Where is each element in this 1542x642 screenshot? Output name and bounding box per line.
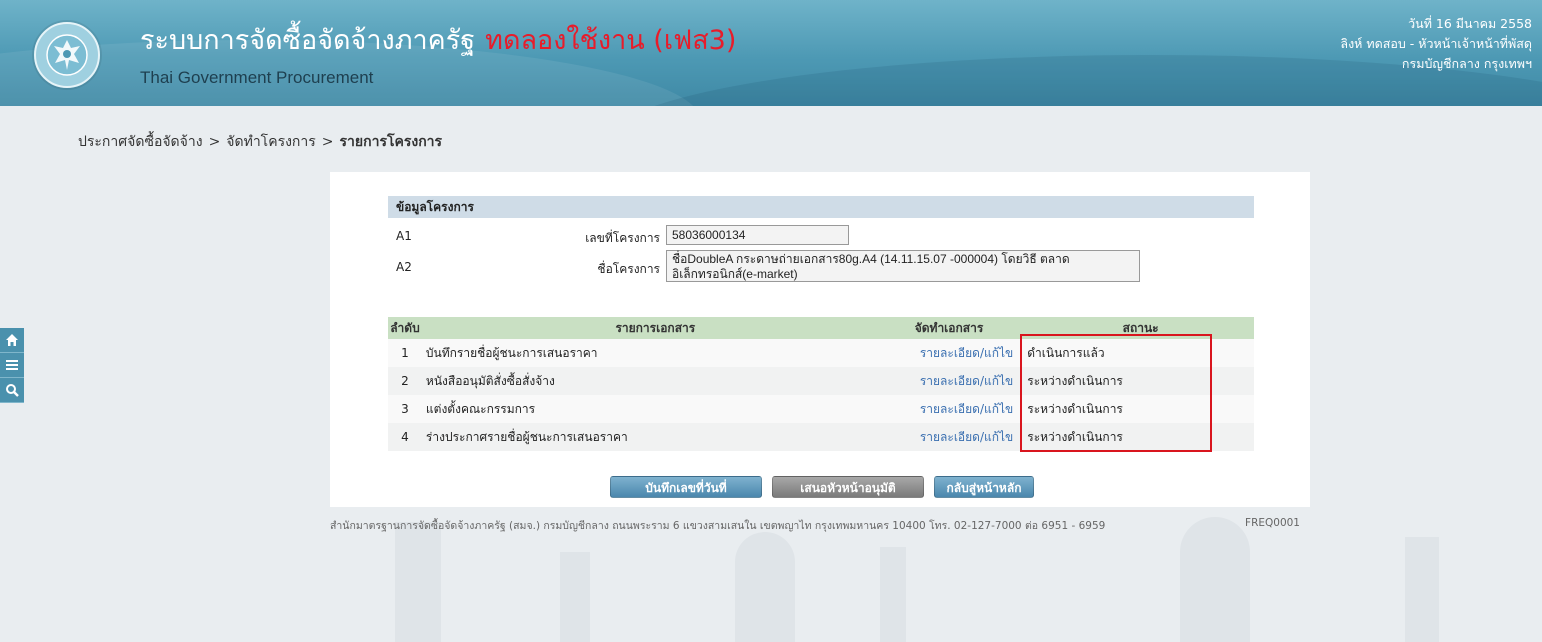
column-header-prepare: จัดทำเอกสาร [884,317,1020,339]
back-to-main-button[interactable]: กลับสู่หน้าหลัก [934,476,1034,498]
column-header-document: รายการเอกสาร [421,317,885,339]
background-watermark [1405,537,1439,642]
row-number: 1 [388,339,422,367]
action-buttons: บันทึกเลขที่วันที่ เสนอหัวหน้าอนุมัติ กล… [330,476,1310,498]
row-number: 3 [388,395,422,423]
background-watermark [560,552,590,642]
search-icon[interactable] [0,378,24,403]
system-subtitle: Thai Government Procurement [140,68,374,87]
detail-edit-link[interactable]: รายละเอียด/แก้ไข [920,402,1013,416]
user-info: วันที่ 16 มีนาคม 2558 ลิงห์ ทดสอบ - หัวห… [1340,14,1532,74]
project-name-field[interactable]: ชื่อDoubleA กระดาษถ่ายเอกสาร80g.A4 (14.1… [666,250,1140,282]
project-number-field[interactable]: 58036000134 [666,225,849,245]
project-info-header: ข้อมูลโครงการ [388,196,1254,218]
project-name-code: A2 [396,260,412,274]
test-phase-label: ทดลองใช้งาน (เฟส3) [485,25,737,56]
background-watermark [735,532,795,642]
breadcrumb-separator: > [208,134,221,150]
detail-edit-link[interactable]: รายละเอียด/แก้ไข [920,346,1013,360]
breadcrumb-item[interactable]: จัดทำโครงการ [226,134,315,150]
breadcrumb: ประกาศจัดซื้อจัดจ้าง > จัดทำโครงการ > รายการ… [78,131,442,153]
menu-icon[interactable] [0,353,24,378]
detail-edit-link[interactable]: รายละเอียด/แก้ไข [920,374,1013,388]
project-number-row: A1 เลขที่โครงการ 58036000134 [388,224,1254,250]
user-department: กรมบัญชีกลาง กรุงเทพฯ [1401,56,1532,71]
document-name: บันทึกรายชื่อผู้ชนะการเสนอราคา [421,339,885,367]
system-title-text: ระบบการจัดซื้อจัดจ้างภาครัฐ [140,25,476,56]
user-name-role[interactable]: ลิงห์ ทดสอบ - หัวหน้าเจ้าหน้าที่พัสดุ [1340,34,1532,54]
project-number-label: เลขที่โครงการ [585,231,660,245]
status-highlight-box [1020,334,1212,452]
row-number: 2 [388,367,422,395]
column-header-no: ลำดับ [388,317,422,339]
home-icon[interactable] [0,328,24,353]
background-watermark [880,547,906,642]
document-name: แต่งตั้งคณะกรรมการ [421,395,885,423]
project-number-code: A1 [396,229,412,243]
breadcrumb-separator: > [321,134,334,150]
header-banner: ระบบการจัดซื้อจัดจ้างภาครัฐ ทดลองใช้งาน (… [0,0,1542,106]
submit-approval-button[interactable]: เสนอหัวหน้าอนุมัติ [772,476,924,498]
detail-edit-link[interactable]: รายละเอียด/แก้ไข [920,430,1013,444]
breadcrumb-current: รายการโครงการ [339,134,443,150]
project-name-row: A2 ชื่อโครงการ ชื่อDoubleA กระดาษถ่ายเอก… [388,250,1254,284]
current-date: วันที่ 16 มีนาคม 2558 [1408,16,1532,31]
footer-address: สำนักมาตรฐานการจัดซื้อจัดจ้างภาครัฐ (สมจ… [330,520,1106,532]
system-title: ระบบการจัดซื้อจัดจ้างภาครัฐ ทดลองใช้งาน (… [140,18,736,61]
background-watermark [1180,517,1250,642]
background-watermark [395,522,441,642]
comptroller-logo-icon[interactable] [34,22,100,88]
footer: สำนักมาตรฐานการจัดซื้อจัดจ้างภาครัฐ (สมจ… [330,517,1310,534]
save-number-date-button[interactable]: บันทึกเลขที่วันที่ [610,476,762,498]
side-toolbar [0,328,24,403]
document-name: ร่างประกาศรายชื่อผู้ชนะการเสนอราคา [421,423,885,451]
breadcrumb-item[interactable]: ประกาศจัดซื้อจัดจ้าง [78,134,203,150]
page-code: FREQ0001 [1245,517,1300,529]
project-panel: ข้อมูลโครงการ A1 เลขที่โครงการ 580360001… [330,172,1310,507]
project-name-label: ชื่อโครงการ [597,262,660,276]
row-number: 4 [388,423,422,451]
document-name: หนังสืออนุมัติสั่งซื้อสั่งจ้าง [421,367,885,395]
